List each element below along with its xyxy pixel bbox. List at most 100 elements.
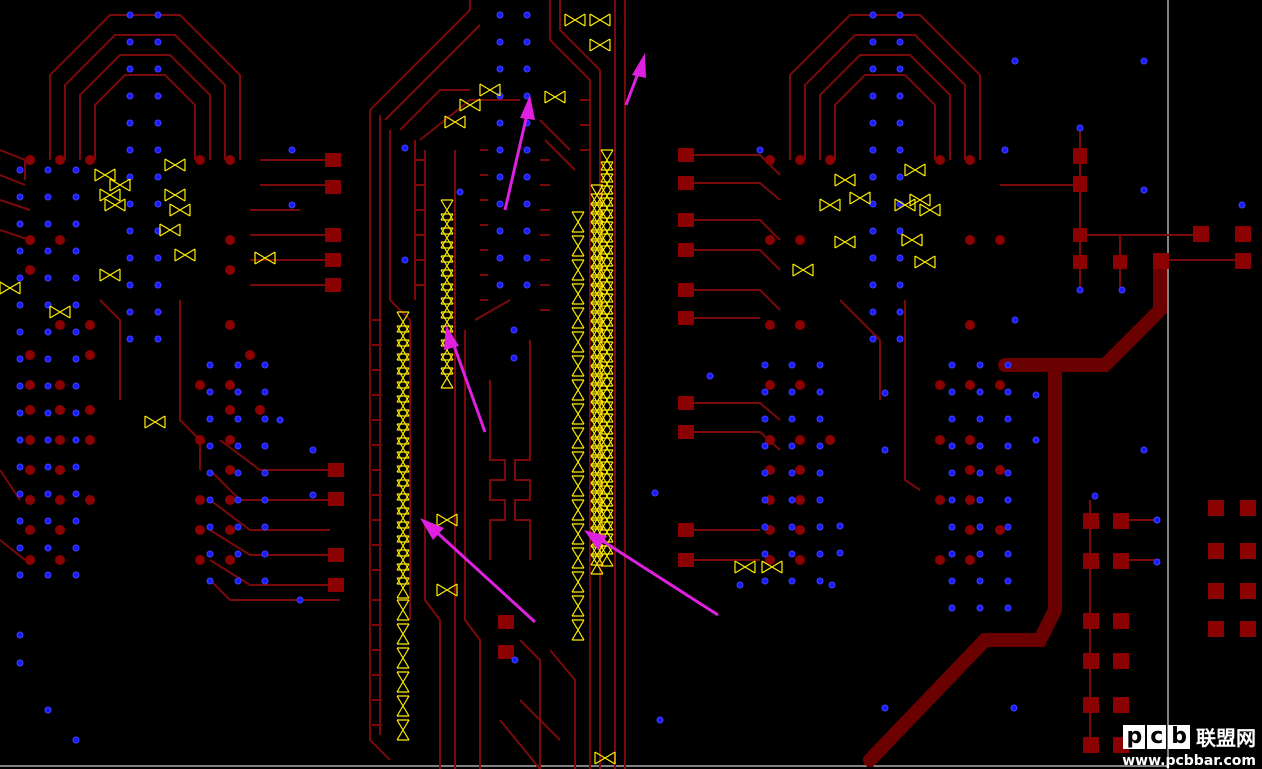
via — [1076, 124, 1084, 132]
drc-error-icon — [590, 364, 604, 386]
via — [761, 550, 769, 558]
via — [816, 415, 824, 423]
via — [523, 146, 531, 154]
via — [496, 65, 504, 73]
watermark-logo: p c b 联盟网 — [1123, 722, 1256, 751]
via — [869, 200, 877, 208]
via — [44, 463, 52, 471]
via — [288, 201, 296, 209]
via — [72, 436, 80, 444]
via — [948, 415, 956, 423]
via — [16, 463, 24, 471]
drc-error-icon — [600, 425, 614, 447]
via — [523, 65, 531, 73]
pcb-canvas[interactable] — [0, 0, 1262, 769]
via — [44, 247, 52, 255]
via — [761, 469, 769, 477]
drc-error-icon — [571, 283, 585, 305]
via — [761, 523, 769, 531]
via — [1011, 57, 1019, 65]
via — [234, 442, 242, 450]
via — [948, 523, 956, 531]
via — [309, 491, 317, 499]
left-bga-fanout — [0, 14, 340, 601]
drc-error-icon — [571, 499, 585, 521]
via — [881, 389, 889, 397]
via — [788, 550, 796, 558]
via — [206, 388, 214, 396]
via — [896, 11, 904, 19]
via — [44, 490, 52, 498]
via — [154, 119, 162, 127]
via — [761, 442, 769, 450]
via — [761, 496, 769, 504]
via — [234, 577, 242, 585]
via — [816, 442, 824, 450]
via — [44, 436, 52, 444]
via — [1004, 442, 1012, 450]
via — [523, 173, 531, 181]
via — [948, 604, 956, 612]
via — [896, 227, 904, 235]
drc-error-icon — [396, 599, 410, 621]
drc-error-icon — [571, 523, 585, 545]
via — [72, 736, 80, 744]
via — [881, 704, 889, 712]
via — [510, 326, 518, 334]
watermark-brand: 联盟网 — [1196, 726, 1256, 750]
via — [896, 119, 904, 127]
drc-error-icon — [571, 427, 585, 449]
via — [1076, 286, 1084, 294]
drc-error-icon — [600, 197, 614, 219]
drc-error-icon — [396, 647, 410, 669]
via — [234, 523, 242, 531]
via — [154, 308, 162, 316]
via — [206, 550, 214, 558]
via — [869, 38, 877, 46]
drc-error-icon — [600, 317, 614, 339]
via — [16, 382, 24, 390]
via — [44, 274, 52, 282]
via — [16, 220, 24, 228]
drc-error-icon — [571, 259, 585, 281]
via — [869, 92, 877, 100]
via — [16, 659, 24, 667]
via — [234, 388, 242, 396]
via — [126, 308, 134, 316]
drc-error-icon — [396, 577, 410, 599]
drc-error-icon — [590, 553, 604, 575]
drc-error-icon — [590, 256, 604, 278]
via — [496, 11, 504, 19]
via — [1140, 186, 1148, 194]
via — [788, 469, 796, 477]
via — [44, 571, 52, 579]
drc-error-icon — [600, 461, 614, 483]
via — [896, 38, 904, 46]
drc-error-icon — [590, 328, 604, 350]
via — [44, 409, 52, 417]
via — [16, 409, 24, 417]
via — [523, 281, 531, 289]
drc-error-icon — [600, 341, 614, 363]
via — [16, 328, 24, 336]
via — [1004, 604, 1012, 612]
via — [44, 382, 52, 390]
via — [154, 173, 162, 181]
drc-error-icon — [571, 547, 585, 569]
via — [154, 335, 162, 343]
via — [72, 382, 80, 390]
via — [261, 415, 269, 423]
via — [44, 355, 52, 363]
via — [816, 523, 824, 531]
drc-error-icon — [571, 307, 585, 329]
via — [456, 188, 464, 196]
drc-error-icon — [600, 269, 614, 291]
drc-error-icon — [571, 211, 585, 233]
via — [234, 550, 242, 558]
via — [126, 119, 134, 127]
via — [1004, 550, 1012, 558]
via — [261, 361, 269, 369]
via — [816, 388, 824, 396]
via — [1004, 496, 1012, 504]
via — [72, 328, 80, 336]
